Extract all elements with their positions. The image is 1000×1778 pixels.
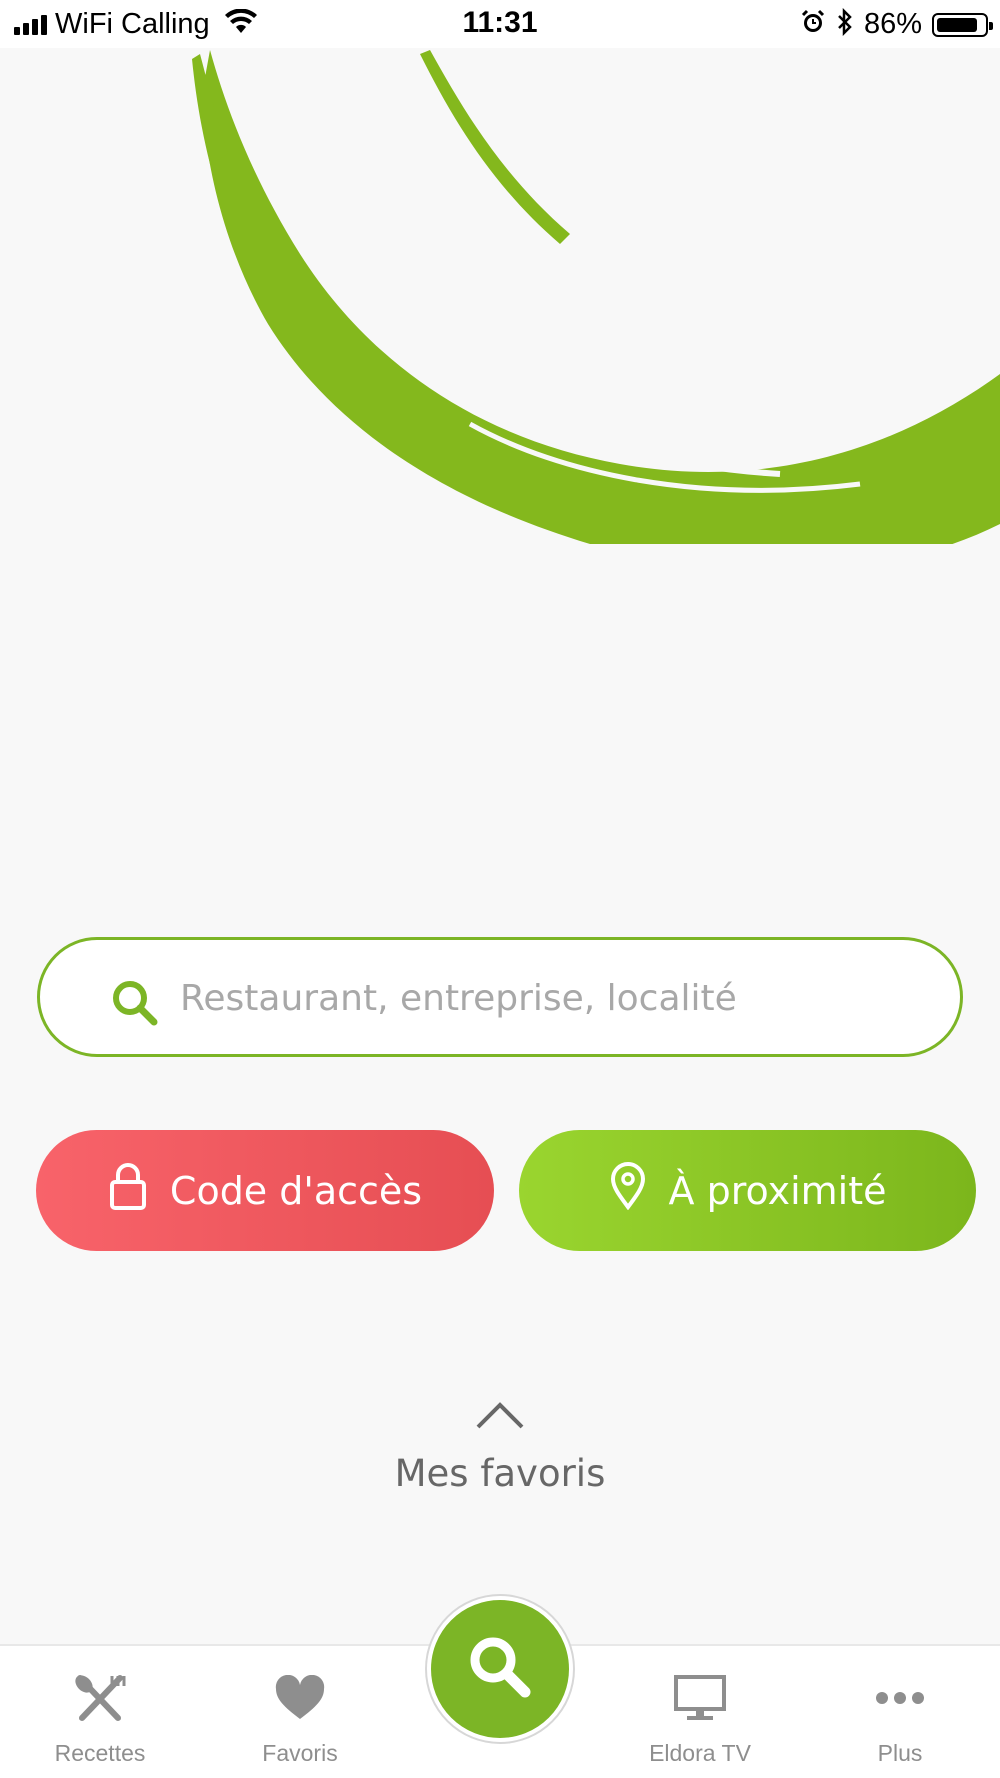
status-bar: WiFi Calling 11:31 86% xyxy=(0,0,1000,48)
nearby-button[interactable]: À proximité xyxy=(519,1130,976,1251)
status-right: 86% xyxy=(800,7,993,41)
monitor-icon xyxy=(673,1668,727,1728)
more-dots-icon xyxy=(875,1668,925,1728)
tab-recettes-label: Recettes xyxy=(54,1740,146,1766)
tab-eldora-tv[interactable]: Eldora TV xyxy=(600,1646,800,1778)
battery-icon xyxy=(932,12,993,37)
tab-plus[interactable]: Plus xyxy=(800,1646,1000,1778)
search-icon xyxy=(465,1632,535,1706)
search-icon xyxy=(110,978,160,1032)
search-input[interactable] xyxy=(178,964,922,1032)
tab-plus-label: Plus xyxy=(877,1740,923,1766)
tab-favoris[interactable]: Favoris xyxy=(200,1646,400,1778)
alarm-icon xyxy=(800,9,826,40)
nearby-label: À proximité xyxy=(668,1168,887,1213)
brush-stroke-decoration xyxy=(192,50,1000,544)
my-favorites-label[interactable]: Mes favoris xyxy=(0,1452,1000,1495)
center-search-button[interactable] xyxy=(427,1596,573,1742)
chevron-up-icon[interactable] xyxy=(475,1400,525,1434)
access-code-label: Code d'accès xyxy=(169,1168,423,1213)
access-code-button[interactable]: Code d'accès xyxy=(36,1130,494,1251)
tab-recettes[interactable]: Recettes xyxy=(0,1646,200,1778)
tab-favoris-label: Favoris xyxy=(262,1740,338,1766)
tab-eldora-tv-label: Eldora TV xyxy=(649,1740,751,1766)
search-bar[interactable] xyxy=(37,937,963,1057)
lock-icon xyxy=(108,1162,148,1219)
location-pin-icon xyxy=(609,1162,647,1219)
bluetooth-icon xyxy=(836,7,854,41)
heart-icon xyxy=(274,1668,326,1728)
utensils-icon xyxy=(72,1668,128,1728)
battery-percent: 86% xyxy=(863,8,922,40)
app-screen: WiFi Calling 11:31 86% Restaurant, entre… xyxy=(0,0,1000,1778)
